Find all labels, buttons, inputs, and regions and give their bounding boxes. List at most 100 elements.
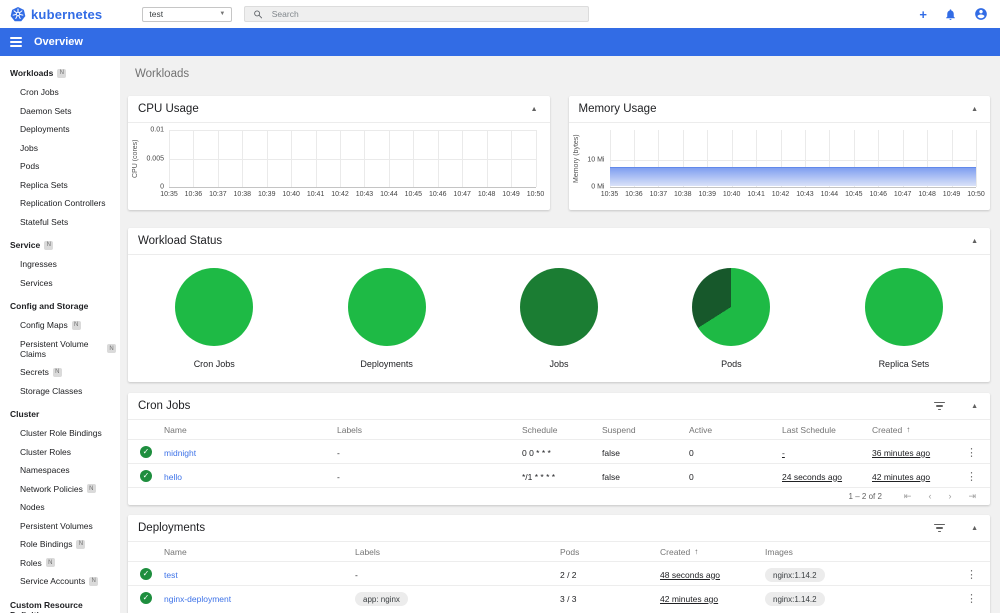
last-page-icon[interactable]: ⇥ <box>968 492 976 501</box>
cell: */1 * * * * <box>522 467 602 485</box>
pie-label: Jobs <box>549 359 569 369</box>
kubernetes-logo[interactable]: kubernetes <box>0 6 112 22</box>
search-box[interactable] <box>244 6 590 22</box>
sidebar-item-replication-controllers[interactable]: Replication Controllers <box>0 194 120 213</box>
cell: - <box>337 443 522 461</box>
sidebar-item-network-policies[interactable]: Network Policies N <box>0 480 120 499</box>
pie-chart <box>692 268 771 346</box>
x-tick-label: 10:39 <box>698 191 716 198</box>
create-resource-button[interactable]: + <box>919 8 927 21</box>
timestamp-link[interactable]: 36 minutes ago <box>872 448 930 458</box>
workload-status-card: Workload Status ▲ Cron Jobs Deployments Jo… <box>128 228 990 382</box>
sidebar-section-cluster[interactable]: Cluster <box>0 400 120 424</box>
sort-ascending-icon[interactable]: ↑ <box>906 425 910 434</box>
sidebar-item-ingresses[interactable]: Ingresses <box>0 255 120 274</box>
collapse-icon[interactable]: ▲ <box>529 104 540 115</box>
sidebar-item-pods[interactable]: Pods <box>0 157 120 176</box>
sidebar-section-config-and-storage[interactable]: Config and Storage <box>0 292 120 316</box>
sidebar-section-workloads[interactable]: Workloads N <box>0 59 120 83</box>
x-tick-label: 10:45 <box>845 191 863 198</box>
collapse-icon[interactable]: ▲ <box>969 401 980 412</box>
row-actions-button[interactable]: ⋮ <box>966 447 977 459</box>
sidebar-section-label: Workloads <box>10 68 54 78</box>
gridline <box>486 130 488 187</box>
name-link[interactable]: midnight <box>164 448 196 458</box>
name-link[interactable]: hello <box>164 472 182 482</box>
next-page-icon[interactable]: › <box>948 492 951 501</box>
sidebar-item-deployments[interactable]: Deployments <box>0 120 120 139</box>
sidebar-item-roles[interactable]: Roles N <box>0 554 120 573</box>
timestamp-link[interactable]: 42 minutes ago <box>660 594 718 604</box>
filter-icon[interactable] <box>934 401 946 411</box>
cell: ✓ <box>140 469 164 482</box>
table-row: ✓ midnight - 0 0 * * * false 0 - 36 minutes ago… <box>128 439 990 463</box>
cell: ⋮ <box>966 565 990 583</box>
user-profile-button[interactable] <box>974 7 988 21</box>
sidebar-section-service[interactable]: Service N <box>0 231 120 255</box>
sidebar-item-cluster-roles[interactable]: Cluster Roles <box>0 443 120 462</box>
sidebar-item-label: Pods <box>20 161 40 171</box>
search-input[interactable] <box>271 9 581 19</box>
workload-pie-deployments: Deployments <box>300 268 472 369</box>
sidebar-item-cluster-role-bindings[interactable]: Cluster Role Bindings <box>0 424 120 443</box>
sort-ascending-icon[interactable]: ↑ <box>694 547 698 556</box>
column-header-created[interactable]: Created ↑ <box>872 425 966 435</box>
gridline <box>437 130 439 187</box>
menu-icon[interactable] <box>10 37 22 47</box>
column-header-created[interactable]: Created ↑ <box>660 547 765 557</box>
sidebar-item-stateful-sets[interactable]: Stateful Sets <box>0 213 120 232</box>
x-tick-label: 10:38 <box>233 191 252 198</box>
collapse-icon[interactable]: ▲ <box>969 104 980 115</box>
sidebar-item-label: Config Maps <box>20 320 68 330</box>
cron-jobs-title: Cron Jobs <box>138 400 191 412</box>
timestamp-link[interactable]: 24 seconds ago <box>782 472 842 482</box>
sidebar-item-cron-jobs[interactable]: Cron Jobs <box>0 83 120 102</box>
sidebar-item-label: Replication Controllers <box>20 198 106 208</box>
sidebar-item-label: Stateful Sets <box>20 216 69 227</box>
name-link[interactable]: test <box>164 570 178 580</box>
sidebar-item-service-accounts[interactable]: Service Accounts N <box>0 572 120 591</box>
timestamp-link[interactable]: - <box>782 448 785 458</box>
collapse-icon[interactable]: ▲ <box>969 523 980 534</box>
x-tick-label: 10:47 <box>453 191 471 198</box>
cell-text: */1 * * * * <box>522 471 556 482</box>
cell: 24 seconds ago <box>782 467 872 485</box>
filter-icon[interactable] <box>934 523 946 533</box>
sidebar-item-daemon-sets[interactable]: Daemon Sets <box>0 102 120 121</box>
x-tick-label: 10:49 <box>502 191 520 198</box>
sidebar-item-storage-classes[interactable]: Storage Classes <box>0 382 120 401</box>
namespace-select[interactable]: test ▼ <box>142 6 233 22</box>
name-link[interactable]: nginx-deployment <box>164 594 231 604</box>
search-icon <box>254 9 263 18</box>
timestamp-link[interactable]: 42 minutes ago <box>872 472 930 482</box>
notifications-button[interactable] <box>944 8 957 21</box>
sidebar-item-replica-sets[interactable]: Replica Sets <box>0 176 120 195</box>
x-tick-label: 10:43 <box>355 191 374 198</box>
workload-pie-pods: Pods <box>645 268 817 369</box>
sidebar-section-custom-resource-definitions[interactable]: Custom Resource Definitions <box>0 591 120 613</box>
sidebar-item-persistent-volume-claims[interactable]: Persistent Volume Claims N <box>0 335 120 364</box>
column-header-label: Images <box>765 546 793 557</box>
namespaced-badge: N <box>57 68 67 78</box>
row-actions-button[interactable]: ⋮ <box>966 593 977 605</box>
row-actions-button[interactable]: ⋮ <box>966 569 977 581</box>
sidebar-item-persistent-volumes[interactable]: Persistent Volumes <box>0 517 120 536</box>
previous-page-icon[interactable]: ‹ <box>928 492 931 501</box>
x-tick-label: 10:50 <box>526 191 545 198</box>
sidebar-item-namespaces[interactable]: Namespaces <box>0 461 120 480</box>
sidebar-item-role-bindings[interactable]: Role Bindings N <box>0 535 120 554</box>
sidebar-section-label: Custom Resource Definitions <box>10 599 83 613</box>
cpu-usage-chart: CPU (cores) 0.01 0.005 0 10:35 10:36 10:37 10… <box>128 123 550 211</box>
workload-pie-cron-jobs: Cron Jobs <box>128 268 300 369</box>
sidebar-item-nodes[interactable]: Nodes <box>0 498 120 517</box>
sidebar-item-services[interactable]: Services <box>0 274 120 293</box>
workload-status-pies: Cron Jobs Deployments Jobs Pods Replica Sets <box>128 255 990 379</box>
timestamp-link[interactable]: 48 seconds ago <box>660 570 720 580</box>
sidebar-item-config-maps[interactable]: Config Maps N <box>0 316 120 335</box>
collapse-icon[interactable]: ▲ <box>969 236 980 247</box>
row-actions-button[interactable]: ⋮ <box>966 471 977 483</box>
first-page-icon[interactable]: ⇤ <box>904 492 912 501</box>
cell: - <box>355 565 560 583</box>
sidebar-item-jobs[interactable]: Jobs <box>0 139 120 158</box>
sidebar-item-secrets[interactable]: Secrets N <box>0 363 120 382</box>
